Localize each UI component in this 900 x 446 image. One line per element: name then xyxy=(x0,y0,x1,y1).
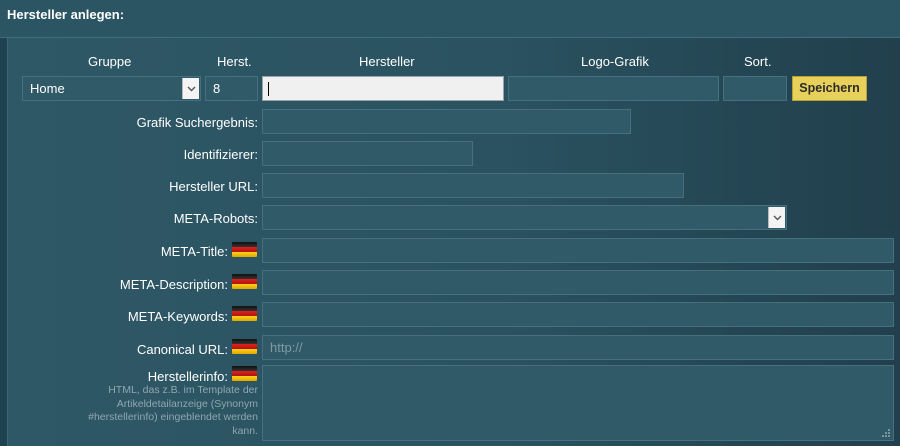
label-grafik-suchergebnis: Grafik Suchergebnis: xyxy=(136,115,258,130)
herstellerinfo-hint: HTML, das z.B. im Template der Artikelde… xyxy=(88,384,258,437)
meta-title-input[interactable] xyxy=(262,238,894,263)
column-header-herst: Herst. xyxy=(217,54,252,69)
panel-header: Hersteller anlegen: xyxy=(0,0,900,38)
label-hersteller-url: Hersteller URL: xyxy=(169,179,258,194)
meta-description-input[interactable] xyxy=(262,270,894,295)
sort-input[interactable] xyxy=(723,76,787,101)
text-cursor xyxy=(268,82,269,96)
canonical-url-placeholder: http:// xyxy=(270,340,303,355)
german-flag-icon xyxy=(232,366,257,381)
herstellerinfo-textarea[interactable] xyxy=(262,365,894,441)
resize-grip-icon[interactable] xyxy=(882,429,890,437)
german-flag-icon xyxy=(232,306,257,321)
canonical-url-input[interactable]: http:// xyxy=(262,335,894,360)
chevron-down-icon xyxy=(182,78,199,99)
label-meta-title: META-Title: xyxy=(160,244,228,259)
label-meta-robots: META-Robots: xyxy=(173,211,258,226)
label-meta-keywords: META-Keywords: xyxy=(127,309,228,324)
column-header-logo: Logo-Grafik xyxy=(581,54,649,69)
german-flag-icon xyxy=(232,274,257,289)
german-flag-icon xyxy=(232,339,257,354)
identifizierer-input[interactable] xyxy=(262,141,473,166)
label-herstellerinfo: Herstellerinfo: xyxy=(147,369,228,384)
save-button[interactable]: Speichern xyxy=(792,76,867,101)
meta-keywords-input[interactable] xyxy=(262,302,894,327)
panel-title: Hersteller anlegen: xyxy=(7,7,125,22)
german-flag-icon xyxy=(232,242,257,257)
column-header-sort: Sort. xyxy=(744,54,772,69)
hersteller-name-input[interactable] xyxy=(262,76,504,101)
herst-number-input[interactable]: 8 xyxy=(205,76,258,101)
chevron-down-icon xyxy=(768,207,785,228)
column-header-gruppe: Gruppe xyxy=(88,54,132,69)
label-meta-description: META-Description: xyxy=(119,277,228,292)
label-canonical-url: Canonical URL: xyxy=(136,342,228,357)
column-header-hersteller: Hersteller xyxy=(359,54,415,69)
logo-grafik-input[interactable] xyxy=(508,76,719,101)
gruppe-select[interactable]: Home xyxy=(22,76,201,101)
meta-robots-select[interactable] xyxy=(262,205,787,230)
grafik-suchergebnis-input[interactable] xyxy=(262,109,631,134)
label-identifizierer: Identifizierer: xyxy=(183,147,258,162)
hersteller-url-input[interactable] xyxy=(262,173,684,198)
gruppe-select-value: Home xyxy=(30,81,65,96)
